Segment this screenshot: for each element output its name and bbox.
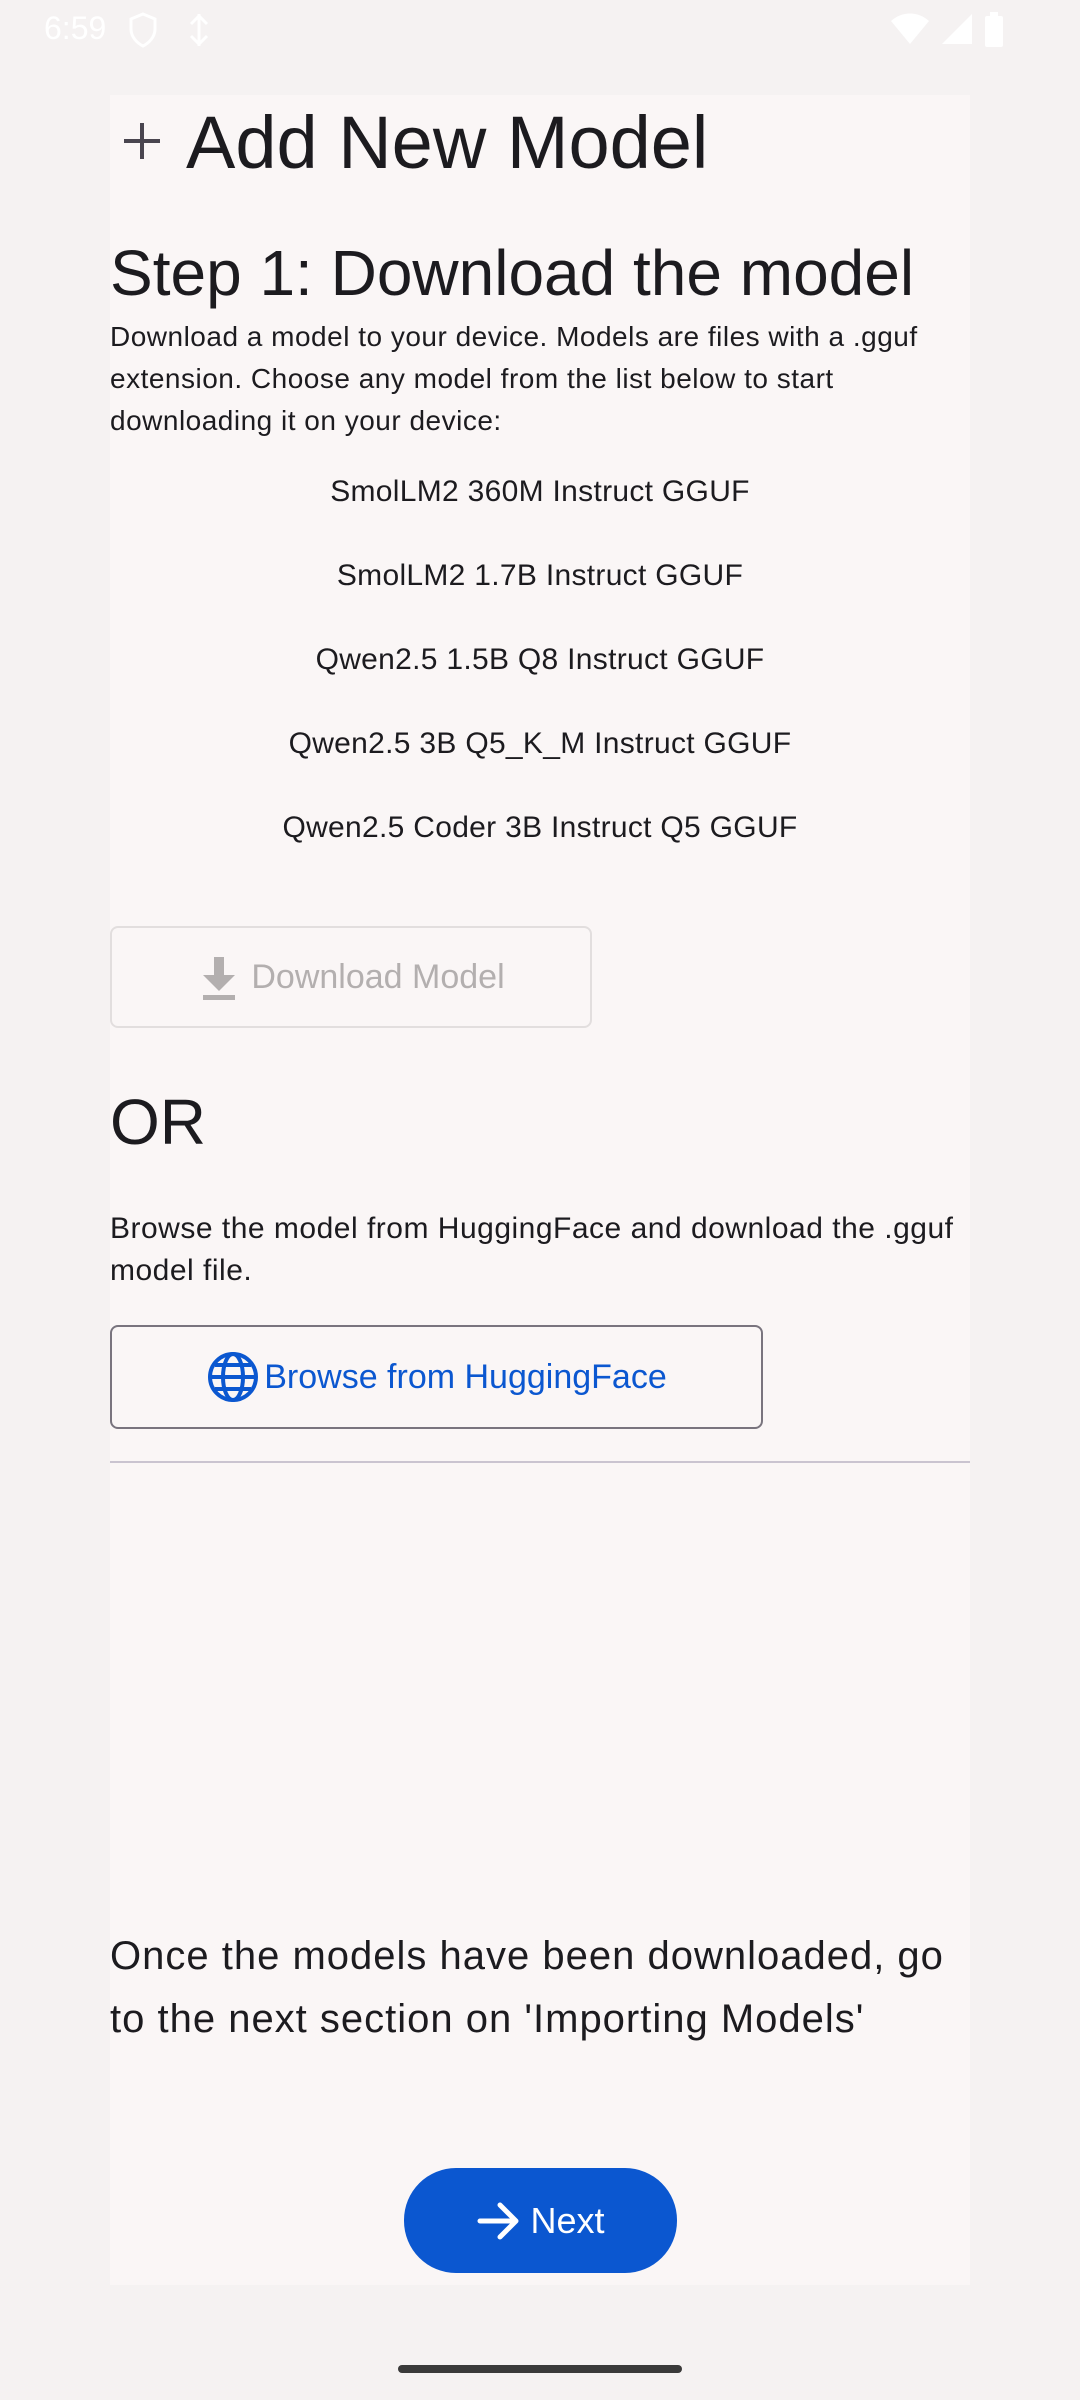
footer-note: Once the models have been downloaded, go… [110,1934,944,2041]
home-indicator[interactable] [398,2365,682,2373]
next-label: Next [530,2199,605,2241]
browse-huggingface-label: Browse from HuggingFace [264,1357,667,1396]
model-list: SmolLM2 360M Instruct GGUF SmolLM2 1.7B … [110,460,970,880]
divider [110,1461,970,1463]
model-option-qwen2-5-3b[interactable]: Qwen2.5 3B Q5_K_M Instruct GGUF [110,712,970,796]
wifi-icon [891,13,929,44]
browse-description: Browse the model from HuggingFace and do… [110,1212,954,1287]
status-time: 6:59 [44,10,107,46]
browse-huggingface-button[interactable]: Browse from HuggingFace [110,1325,763,1429]
battery-icon [985,12,1003,47]
model-option-smollm2-360m[interactable]: SmolLM2 360M Instruct GGUF [110,460,970,544]
page-header: Add New Model [110,95,970,195]
shield-icon [129,12,157,48]
download-model-label: Download Model [251,957,505,996]
download-icon [203,957,236,1000]
or-label: OR [110,1086,206,1158]
next-button[interactable]: Next [404,2168,677,2273]
page-title: Add New Model [186,101,709,184]
status-bar: 6:59 [0,0,1080,62]
step1-description: Download a model to your device. Models … [110,321,918,436]
model-option-qwen2-5-coder-3b[interactable]: Qwen2.5 Coder 3B Instruct Q5 GGUF [110,796,970,880]
plus-icon [124,123,160,159]
step1-title: Step 1: Download the model [110,237,915,309]
data-saver-icon [189,13,209,47]
download-model-button[interactable]: Download Model [110,926,592,1028]
model-option-qwen2-5-1-5b[interactable]: Qwen2.5 1.5B Q8 Instruct GGUF [110,628,970,712]
signal-icon [942,14,972,44]
globe-icon [208,1352,259,1402]
model-option-smollm2-1-7b[interactable]: SmolLM2 1.7B Instruct GGUF [110,544,970,628]
arrow-right-icon [477,2202,519,2239]
